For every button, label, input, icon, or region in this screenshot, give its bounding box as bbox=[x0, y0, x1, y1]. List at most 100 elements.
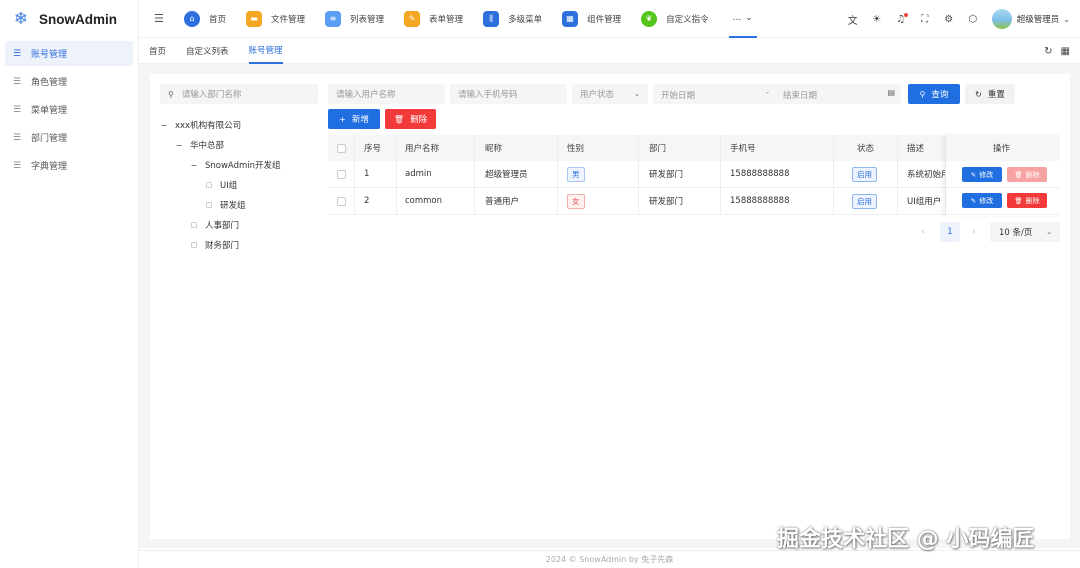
sidebar-item-dept[interactable]: ☰ 部门管理 bbox=[5, 125, 133, 150]
ops-column: ✎ 修改 🗑 删除 ✎ 修改 🗑 删除 bbox=[945, 135, 1060, 216]
tree-node-label: SnowAdmin开发组 bbox=[205, 161, 281, 171]
avatar[interactable] bbox=[991, 9, 1012, 29]
search-button[interactable]: ⚲ 查询 bbox=[908, 84, 960, 104]
username-filter-input[interactable]: 请输入用户名称 bbox=[328, 84, 445, 104]
topnav-item-directives[interactable]: ❦ 自定义指令 bbox=[641, 0, 709, 38]
status-select[interactable]: 用户状态 ⌄ bbox=[572, 84, 648, 104]
cell-desc: UI组用户 bbox=[907, 197, 942, 207]
date-range-picker[interactable]: 开始日期 - 结束日期 ▤ bbox=[653, 84, 901, 104]
fullscreen-icon[interactable]: ⛶ bbox=[918, 14, 932, 25]
tree-node-hq[interactable]: − 华中总部 bbox=[175, 135, 224, 155]
chevron-down-icon: ⌄ bbox=[634, 90, 640, 98]
search-icon: ⚲ bbox=[168, 89, 174, 99]
edit-button[interactable]: ✎ 修改 bbox=[962, 193, 1002, 208]
refresh-icon[interactable]: ↻ bbox=[1044, 46, 1052, 57]
delete-button[interactable]: 🗑 删除 bbox=[385, 109, 436, 129]
collapse-icon[interactable]: − bbox=[160, 121, 168, 130]
cell-phone: 15888888888 bbox=[730, 196, 790, 206]
edit-button[interactable]: ✎ 修改 bbox=[962, 167, 1002, 182]
delete-row-label: 删除 bbox=[1025, 196, 1040, 205]
tree-node-rd[interactable]: ▢ 研发组 bbox=[205, 195, 246, 215]
tree-node-root[interactable]: − xxx机构有限公司 bbox=[160, 115, 241, 135]
status-badge: 启用 bbox=[852, 166, 877, 182]
tree-node-devgroup[interactable]: − SnowAdmin开发组 bbox=[190, 155, 281, 175]
col-phone: 手机号 bbox=[730, 144, 756, 154]
home-icon: ⌂ bbox=[184, 10, 200, 27]
collapse-icon[interactable]: − bbox=[175, 141, 183, 150]
folder-icon: ▬ bbox=[246, 10, 263, 27]
page-number[interactable]: 1 bbox=[940, 222, 960, 242]
cell-gender: 女 bbox=[567, 188, 585, 214]
collapse-icon[interactable]: − bbox=[190, 161, 198, 170]
sidebar-item-menu[interactable]: ☰ 菜单管理 bbox=[5, 97, 133, 122]
topnav-item-home[interactable]: ⌂ 首页 bbox=[184, 0, 226, 38]
cell-username: admin bbox=[405, 169, 432, 179]
reset-button[interactable]: ↻ 重置 bbox=[965, 84, 1015, 104]
topnav-item-list[interactable]: ≡ 列表管理 bbox=[325, 0, 384, 38]
topnav-item-components[interactable]: ▦ 组件管理 bbox=[562, 0, 621, 38]
delete-row-button-disabled[interactable]: 🗑 删除 bbox=[1007, 167, 1047, 182]
gear-icon[interactable]: ⚙ bbox=[942, 14, 956, 25]
prev-page-icon[interactable]: ‹ bbox=[921, 222, 925, 242]
calendar-icon: ▤ bbox=[887, 88, 895, 97]
tab-account[interactable]: 账号管理 bbox=[248, 38, 283, 64]
topnav-item-files[interactable]: ▬ 文件管理 bbox=[246, 0, 305, 38]
tree-node-ui[interactable]: ▢ UI组 bbox=[205, 175, 238, 195]
phone-filter-input[interactable]: 请输入手机号码 bbox=[450, 84, 567, 104]
row-checkbox[interactable] bbox=[337, 188, 346, 214]
top-header: ☰ ⌂ 首页 ▬ 文件管理 ≡ 列表管理 ✎ 表单管理 ⫼ 多级菜单 ▦ 组件管… bbox=[139, 0, 1080, 38]
sidebar-item-dict[interactable]: ☰ 字典管理 bbox=[5, 153, 133, 178]
cell-dept: 研发部门 bbox=[649, 170, 684, 180]
cell-username: common bbox=[405, 196, 443, 206]
cell-phone: 15888888888 bbox=[730, 169, 790, 179]
grid-menu-icon[interactable]: ▦ bbox=[1061, 46, 1070, 57]
cell-index: 2 bbox=[364, 196, 370, 206]
tree-node-hr[interactable]: ▢ 人事部门 bbox=[190, 215, 239, 235]
cell-nickname: 普通用户 bbox=[485, 197, 520, 207]
theme-sun-icon[interactable]: ☀ bbox=[870, 14, 884, 25]
status-badge: 启用 bbox=[852, 193, 877, 209]
tree-node-label: 人事部门 bbox=[205, 221, 240, 231]
topnav-label: 自定义指令 bbox=[666, 14, 709, 25]
topnav-item-multimenu[interactable]: ⫼ 多级菜单 bbox=[483, 0, 542, 38]
topnav-item-form[interactable]: ✎ 表单管理 bbox=[404, 0, 463, 38]
select-all-checkbox[interactable] bbox=[337, 135, 346, 161]
file-icon: ▢ bbox=[190, 241, 198, 249]
bell-icon[interactable]: ♫ bbox=[894, 12, 908, 25]
gender-tag: 女 bbox=[567, 193, 585, 209]
tab-custom-list[interactable]: 自定义列表 bbox=[186, 38, 229, 64]
chevron-down-icon: ⌄ bbox=[745, 12, 753, 23]
shirt-icon[interactable]: ⬡ bbox=[966, 14, 980, 25]
row-checkbox[interactable] bbox=[337, 161, 346, 187]
translate-icon[interactable]: 文 bbox=[846, 12, 860, 27]
next-page-icon[interactable]: › bbox=[972, 222, 976, 242]
topnav-more[interactable]: ... ⌄ bbox=[728, 0, 757, 38]
page-size-select[interactable]: 10 条/页 ⌄ bbox=[990, 222, 1060, 242]
users-table: 序号 用户名称 昵称 性别 部门 手机号 状态 描述 操作 1 admin 超级… bbox=[328, 135, 1060, 216]
more-label: ... bbox=[732, 12, 742, 23]
cell-status: 启用 bbox=[852, 188, 877, 214]
start-date-placeholder: 开始日期 bbox=[661, 91, 696, 101]
logo[interactable]: ❄ SnowAdmin bbox=[0, 0, 138, 38]
delete-button-label: 删除 bbox=[410, 115, 428, 125]
gender-tag: 男 bbox=[567, 166, 585, 182]
tab-home[interactable]: 首页 bbox=[149, 38, 166, 64]
cell-nickname: 超级管理员 bbox=[485, 170, 528, 180]
sidebar-item-label: 角色管理 bbox=[31, 78, 68, 88]
collapse-sidebar-icon[interactable]: ☰ bbox=[154, 12, 168, 25]
tree-node-label: UI组 bbox=[220, 181, 238, 191]
file-icon: ▢ bbox=[190, 221, 198, 229]
add-button[interactable]: + 新增 bbox=[328, 109, 380, 129]
delete-row-button[interactable]: 🗑 删除 bbox=[1007, 193, 1047, 208]
sidebar-item-label: 菜单管理 bbox=[31, 106, 68, 116]
chevron-down-icon[interactable]: ⌄ bbox=[1063, 15, 1070, 24]
cell-index: 1 bbox=[364, 169, 370, 179]
sidebar-item-role[interactable]: ☰ 角色管理 bbox=[5, 69, 133, 94]
sidebar-item-account[interactable]: ☰ 账号管理 bbox=[5, 41, 133, 66]
username[interactable]: 超级管理员 bbox=[1017, 13, 1060, 25]
reset-icon: ↻ bbox=[975, 89, 982, 99]
tree-node-finance[interactable]: ▢ 财务部门 bbox=[190, 235, 239, 255]
edit-icon: ✎ bbox=[970, 170, 977, 179]
dept-search-input[interactable]: ⚲ 请输入部门名称 bbox=[160, 84, 318, 104]
snowflake-logo-icon: ❄ bbox=[13, 9, 29, 29]
